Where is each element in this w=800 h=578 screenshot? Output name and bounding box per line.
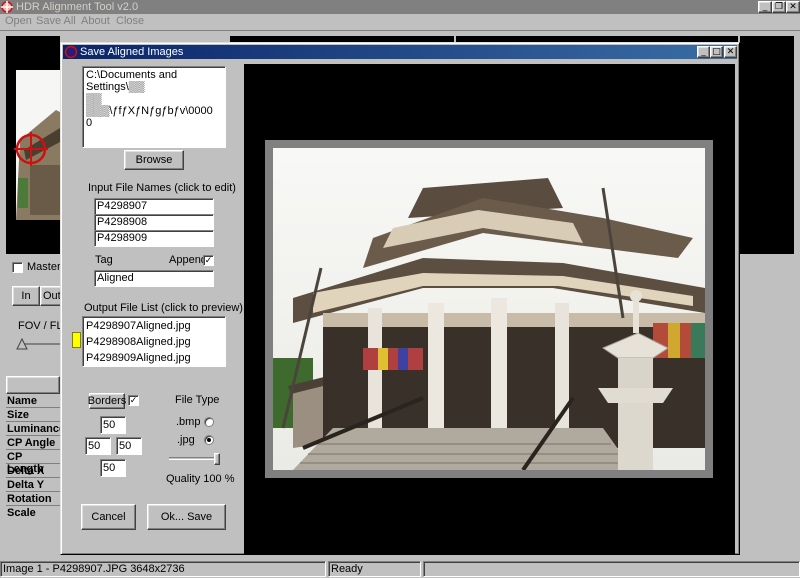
- file-type-label: File Type: [175, 394, 220, 406]
- prop-row-size: Size: [6, 409, 60, 422]
- control-point-marker[interactable]: [14, 132, 48, 166]
- prop-row-delta-x: Delta X: [6, 465, 60, 478]
- prop-row-delta-y: Delta Y: [6, 479, 60, 492]
- output-file-item-1[interactable]: P4298907Aligned.jpg: [85, 318, 191, 334]
- minimize-icon[interactable]: _: [758, 1, 772, 13]
- output-file-list[interactable]: P4298907Aligned.jpg P4298908Aligned.jpg …: [82, 316, 226, 367]
- save-aligned-images-dialog: Save Aligned Images _ □ ✕ C:\Documents a…: [60, 42, 740, 555]
- master-label: Master: [27, 261, 61, 273]
- dialog-title: Save Aligned Images: [80, 46, 184, 58]
- output-file-item-3[interactable]: P4298909Aligned.jpg: [85, 350, 191, 366]
- status-image-info: Image 1 - P4298907.JPG 3648x2736: [0, 561, 326, 577]
- input-name-field-1[interactable]: P4298907: [94, 198, 214, 215]
- bmp-label: .bmp: [176, 416, 201, 428]
- status-bar: Image 1 - P4298907.JPG 3648x2736 Ready: [0, 561, 800, 578]
- dialog-close-icon[interactable]: ✕: [724, 46, 737, 58]
- restore-icon[interactable]: ❐: [772, 1, 786, 13]
- jpg-label: .jpg: [177, 434, 195, 446]
- quality-label: Quality 100 %: [166, 473, 235, 485]
- in-button[interactable]: In: [12, 286, 40, 306]
- crosshair-icon: [1, 1, 13, 13]
- app-title: HDR Alignment Tool v2.0: [16, 1, 139, 13]
- prop-row-luminance: Luminance: [6, 423, 66, 436]
- jpg-radio[interactable]: [204, 435, 214, 445]
- menu-bar: Open Save All About Close: [0, 14, 800, 30]
- bmp-radio[interactable]: [204, 417, 214, 427]
- preview-image: [273, 148, 705, 470]
- fov-slider-thumb[interactable]: [16, 338, 28, 350]
- prop-row-name: Name: [6, 395, 60, 408]
- browse-button[interactable]: Browse: [124, 150, 184, 170]
- preview-panel: [244, 64, 735, 554]
- output-path-box: C:\Documents and Settings\▒▒ ▒▒ ▒▒▒\ƒfƒX…: [82, 66, 226, 148]
- selected-marker: [72, 332, 81, 348]
- menu-save-all[interactable]: Save All: [36, 15, 76, 27]
- master-checkbox[interactable]: [12, 262, 23, 273]
- border-left-field[interactable]: 50: [85, 437, 111, 455]
- menu-about[interactable]: About: [81, 15, 110, 27]
- border-bottom-field[interactable]: 50: [100, 459, 126, 477]
- properties-table: Name Size Luminance CP Angle CP Length D…: [6, 394, 66, 522]
- prop-row-rotation: Rotation: [6, 493, 60, 506]
- output-file-item-2[interactable]: P4298908Aligned.jpg: [85, 334, 191, 350]
- status-extra: [423, 561, 800, 577]
- dialog-minimize-icon[interactable]: _: [697, 46, 710, 58]
- input-names-label: Input File Names (click to edit): [88, 182, 236, 194]
- prop-row-cp-length: CP Length: [6, 451, 60, 475]
- out-button[interactable]: Out: [40, 286, 62, 306]
- tag-label: Tag: [95, 254, 113, 266]
- append-label: Append: [169, 254, 207, 266]
- main-title-bar: HDR Alignment Tool v2.0 _ ❐ ✕: [0, 0, 800, 14]
- image-panel-4: [740, 36, 794, 254]
- append-checkbox[interactable]: ✓: [203, 255, 214, 266]
- dialog-maximize-icon[interactable]: □: [710, 46, 723, 58]
- quality-slider-track: [169, 457, 219, 460]
- tag-field[interactable]: Aligned: [94, 270, 214, 287]
- prop-row-cp-angle: CP Angle: [6, 437, 60, 450]
- input-name-field-3[interactable]: P4298909: [94, 230, 214, 247]
- dialog-app-icon: [64, 45, 78, 59]
- properties-header: [6, 376, 60, 394]
- input-name-field-2[interactable]: P4298908: [94, 214, 214, 231]
- borders-button[interactable]: Borders: [88, 393, 126, 409]
- fov-label: FOV / FL: [18, 320, 63, 332]
- cancel-button[interactable]: Cancel: [81, 504, 136, 530]
- menu-close[interactable]: Close: [116, 15, 144, 27]
- ok-save-button[interactable]: Ok... Save: [147, 504, 226, 530]
- close-icon[interactable]: ✕: [786, 1, 800, 13]
- border-top-field[interactable]: 50: [100, 416, 126, 434]
- menu-open[interactable]: Open: [5, 15, 32, 27]
- status-state: Ready: [328, 561, 421, 577]
- preview-border-frame: [265, 140, 713, 478]
- dialog-title-bar: Save Aligned Images _ □ ✕: [63, 45, 737, 59]
- prop-row-scale: Scale: [7, 507, 36, 519]
- quality-slider-thumb[interactable]: [214, 453, 220, 465]
- border-right-field[interactable]: 50: [116, 437, 142, 455]
- borders-checkbox[interactable]: ✓: [128, 395, 139, 406]
- output-list-label: Output File List (click to preview): [84, 302, 243, 314]
